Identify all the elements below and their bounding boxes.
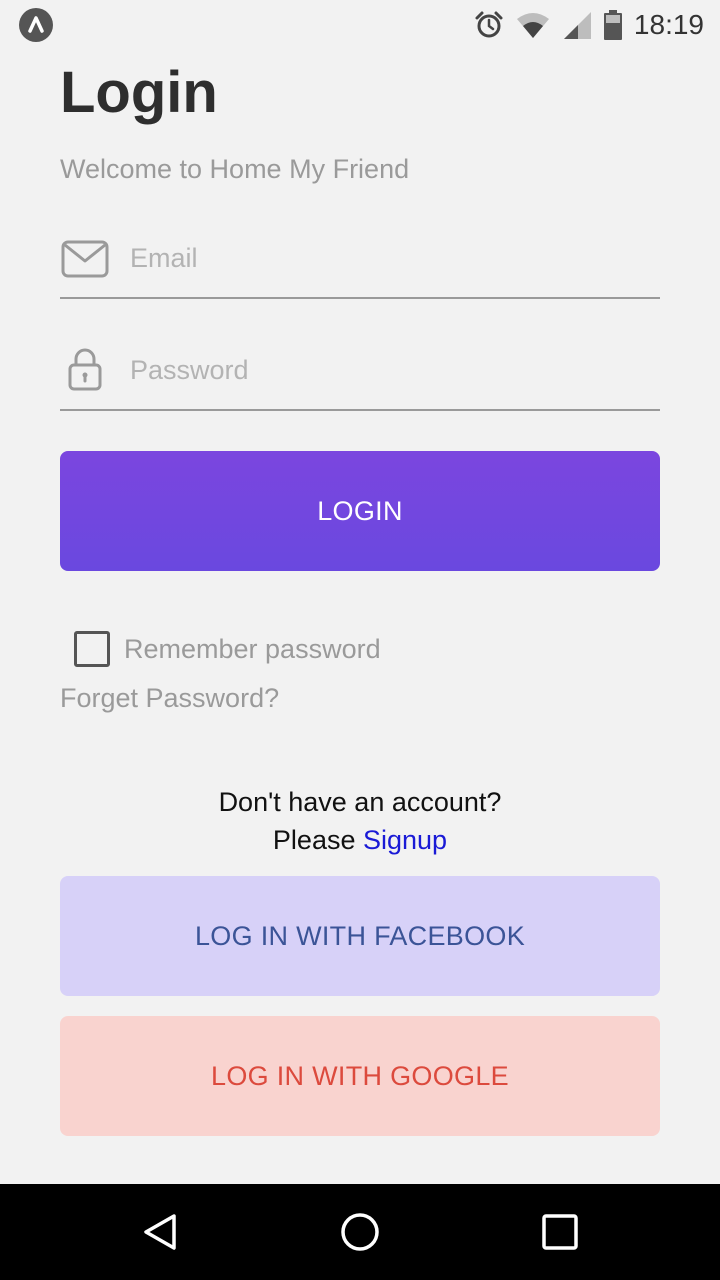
google-login-button[interactable]: LOG IN WITH GOOGLE	[60, 1016, 660, 1136]
password-field[interactable]	[60, 331, 660, 411]
back-icon[interactable]	[140, 1212, 180, 1252]
signup-prefix: Please	[272, 825, 363, 855]
mail-icon	[60, 239, 110, 279]
recents-icon[interactable]	[540, 1212, 580, 1252]
login-screen: 18:19 Login Welcome to Home My Friend LO…	[0, 0, 720, 1280]
lock-icon	[60, 348, 110, 391]
signal-icon	[562, 10, 592, 40]
home-icon[interactable]	[340, 1212, 380, 1252]
status-time: 18:19	[633, 9, 704, 40]
remember-password-label[interactable]: Remember password	[124, 634, 381, 665]
facebook-login-button[interactable]: LOG IN WITH FACEBOOK	[60, 876, 660, 996]
battery-icon	[603, 10, 622, 40]
signup-line: Please Signup	[0, 821, 720, 859]
email-input[interactable]	[130, 235, 650, 281]
remember-password-checkbox[interactable]	[74, 631, 110, 667]
navigation-bar	[0, 1184, 720, 1280]
forget-password-link[interactable]: Forget Password?	[60, 683, 279, 714]
page-subtitle: Welcome to Home My Friend	[60, 154, 410, 184]
app-badge-icon	[19, 8, 53, 42]
signup-link[interactable]: Signup	[363, 825, 447, 855]
signup-question: Don't have an account?	[218, 787, 502, 817]
remember-password-row[interactable]: Remember password	[74, 630, 381, 668]
password-input[interactable]	[130, 347, 650, 393]
status-bar: 18:19	[0, 0, 720, 50]
signup-prompt: Don't have an account? Please Signup	[0, 783, 720, 859]
status-icons: 18:19	[474, 6, 704, 44]
login-button[interactable]: LOGIN	[60, 451, 660, 571]
email-field[interactable]	[60, 219, 660, 299]
page-title: Login	[60, 60, 218, 125]
wifi-icon	[516, 11, 550, 39]
alarm-icon	[474, 10, 504, 40]
